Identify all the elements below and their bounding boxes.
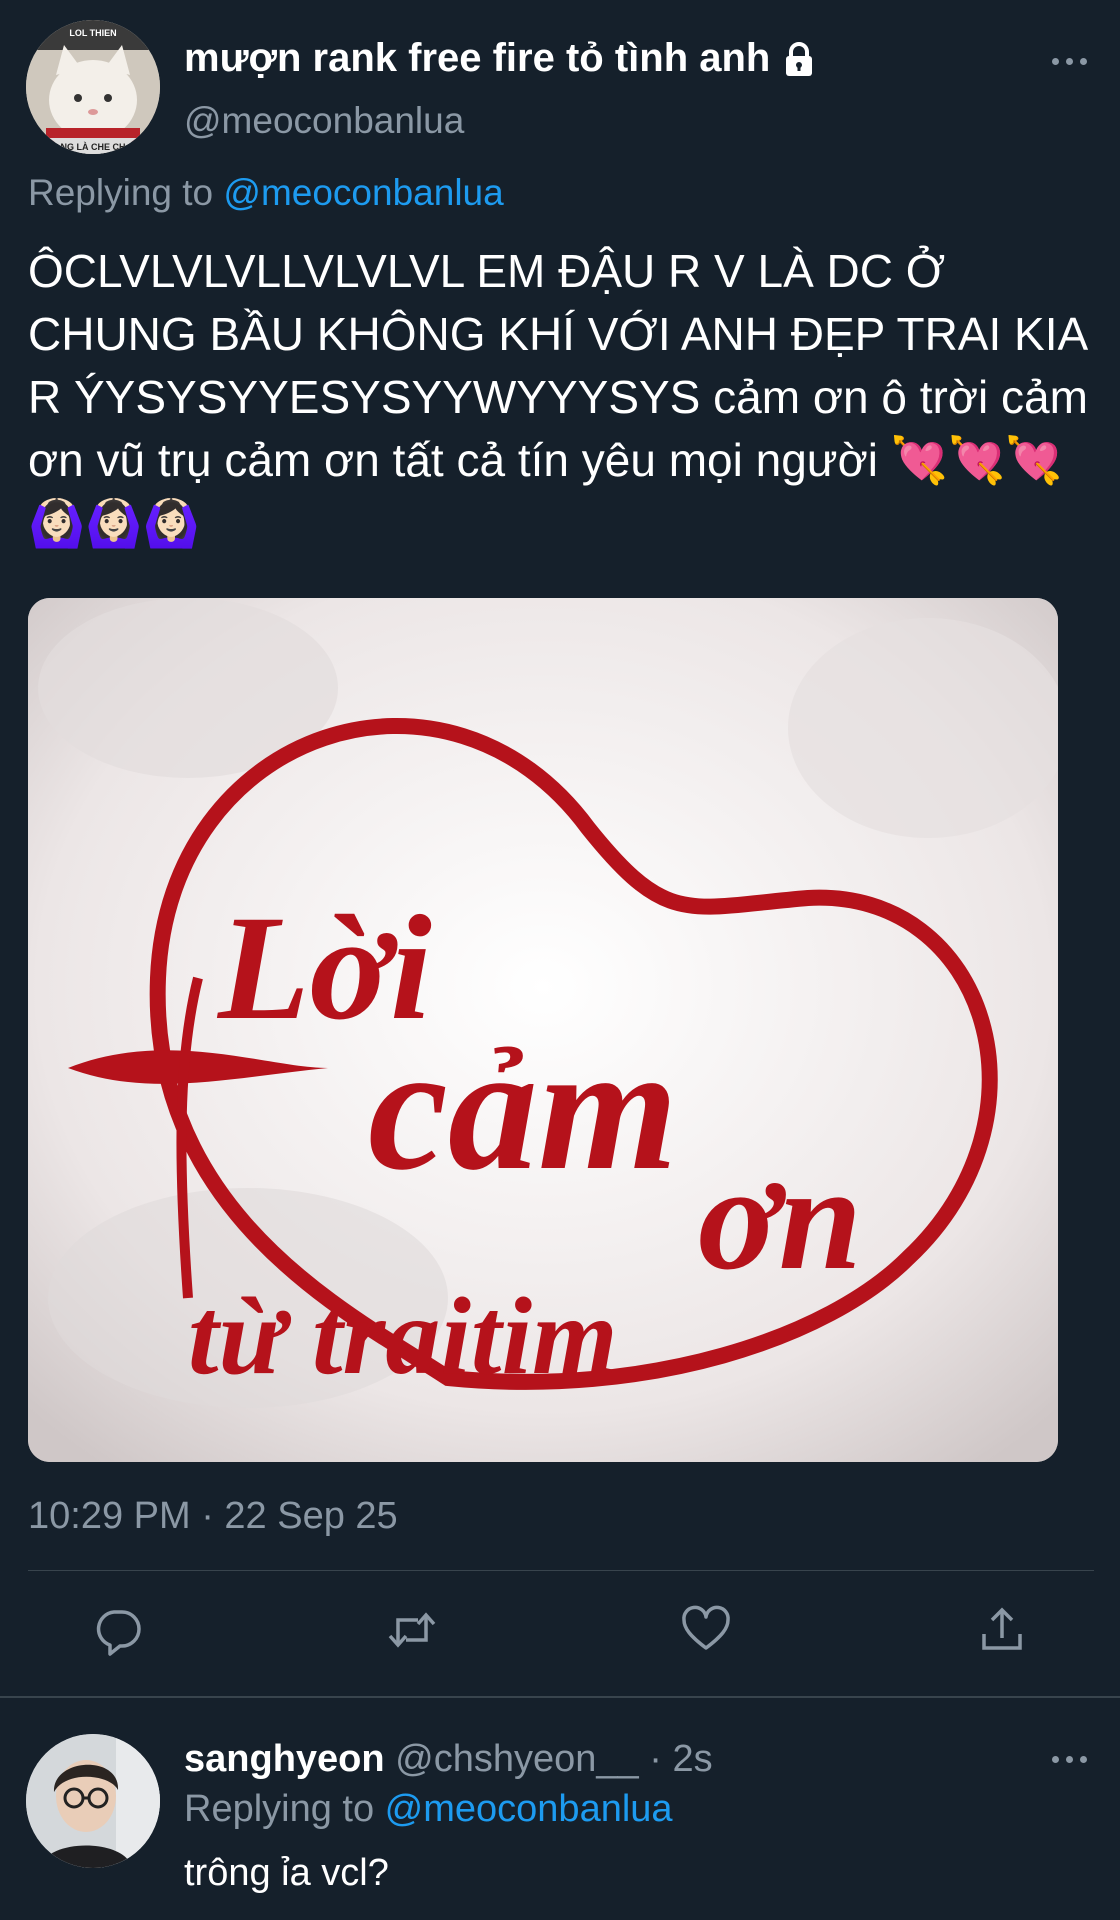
reply-text: trông ỉa vcl? [184, 1852, 389, 1894]
tweet-text: ÔCLVLVLVLLVLVLVL EM ĐẬU R V LÀ DC Ở CHUN… [28, 245, 1101, 549]
divider [0, 1696, 1120, 1698]
reply-replying-to-mention[interactable]: @meoconbanlua [385, 1788, 673, 1830]
avatar-top-text: LOL THIEN [69, 28, 116, 38]
display-name-text: mượn rank free fire tỏ tình anh [184, 36, 771, 80]
reply-handle[interactable]: @chshyeon__ [395, 1738, 639, 1780]
retweet-button[interactable] [386, 1604, 438, 1656]
reply-replying-to-prefix: Replying to [184, 1788, 385, 1830]
avatar-bottom-text: NG LÀ CHE CH [61, 142, 126, 152]
reply-icon [96, 1610, 141, 1656]
person-avatar-image [26, 1734, 160, 1868]
heart-card-image: Lời cảm ơn từ traitim [28, 598, 1058, 1462]
reply-time[interactable]: 2s [672, 1738, 712, 1780]
cat-avatar-image: LOL THIEN NG LÀ CHE CH [26, 20, 160, 154]
replying-to-mention[interactable]: @meoconbanlua [223, 172, 503, 213]
like-icon [682, 1605, 730, 1650]
divider [28, 1570, 1094, 1571]
reply-header: sanghyeon @chshyeon__ · 2s [184, 1738, 713, 1781]
author-handle[interactable]: @meoconbanlua [184, 100, 464, 142]
author-display-name[interactable]: mượn rank free fire tỏ tình anh [184, 36, 818, 81]
author-avatar[interactable]: LOL THIEN NG LÀ CHE CH [26, 20, 160, 154]
like-button[interactable] [680, 1604, 732, 1656]
tweet-image[interactable]: Lời cảm ơn từ traitim [28, 598, 1058, 1462]
replying-to: Replying to @meoconbanlua [28, 172, 504, 214]
image-words-tu-trai-tim: từ traitim [188, 1275, 618, 1397]
share-icon [982, 1607, 1022, 1650]
retweet-icon [388, 1612, 436, 1648]
reply-button[interactable] [92, 1604, 144, 1656]
share-button[interactable] [976, 1604, 1028, 1656]
image-word-on: ơn [698, 1135, 862, 1301]
reply-replying-to: Replying to @meoconbanlua [184, 1788, 673, 1831]
more-options-icon[interactable] [1052, 58, 1087, 65]
reply-separator: · [638, 1738, 673, 1780]
reply-author-avatar[interactable] [26, 1734, 160, 1868]
replying-to-prefix: Replying to [28, 172, 224, 213]
image-word-cam: cảm [368, 1008, 678, 1207]
tweet-timestamp[interactable]: 10:29 PM · 22 Sep 25 [28, 1495, 398, 1538]
lock-icon [780, 40, 818, 78]
reply-display-name[interactable]: sanghyeon [184, 1738, 385, 1780]
reply-more-options-icon[interactable] [1052, 1756, 1087, 1763]
